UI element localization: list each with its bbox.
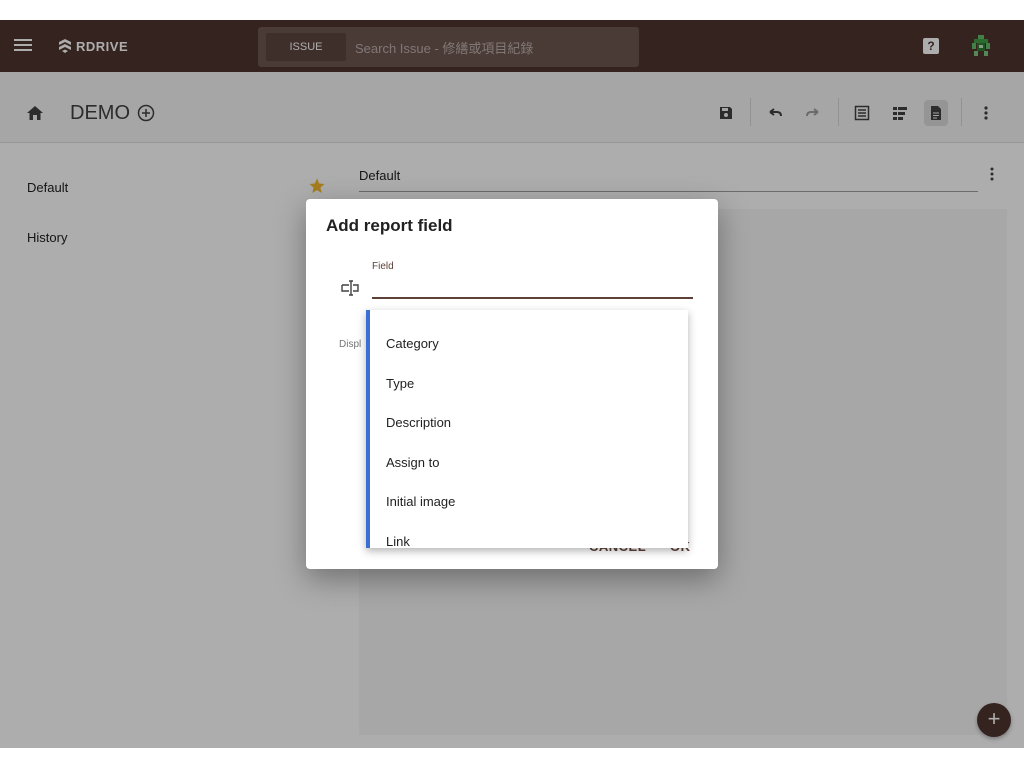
dropdown-option-assign-to[interactable]: Assign to [386,455,439,470]
dropdown-option-type[interactable]: Type [386,376,414,391]
dropdown-option-link[interactable]: Link [386,534,410,549]
field-dropdown-menu: Category Type Description Assign to Init… [366,310,688,549]
app-window: RDRIVE ISSUE ? DEMO [0,20,1024,748]
field-label: Field [372,261,394,272]
field-select-input[interactable] [372,277,693,299]
dropdown-option-category[interactable]: Category [386,336,439,351]
display-label: Displ [339,339,362,350]
text-field-icon [341,280,359,296]
dropdown-option-description[interactable]: Description [386,415,451,430]
dropdown-option-initial-image[interactable]: Initial image [386,494,455,509]
dialog-title: Add report field [326,216,453,235]
